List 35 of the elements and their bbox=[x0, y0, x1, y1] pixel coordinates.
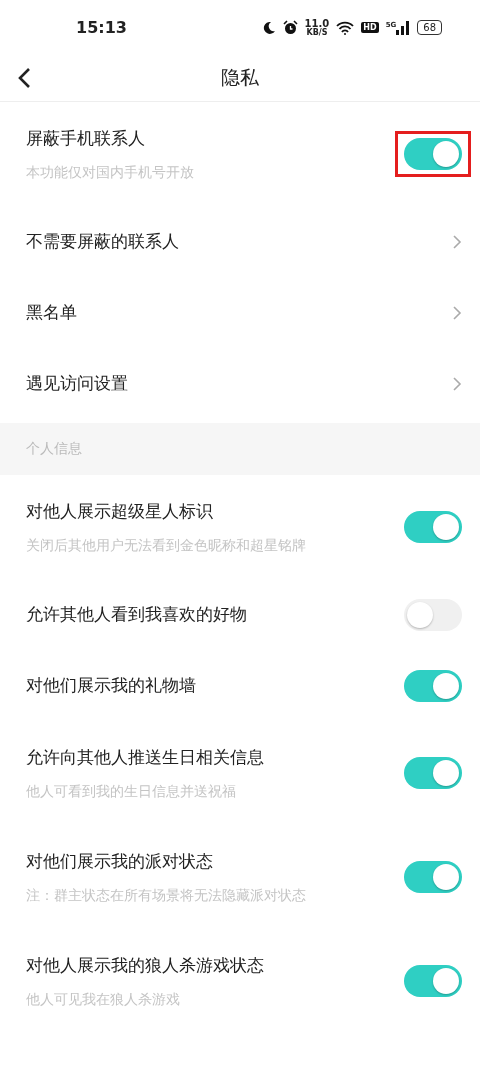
setting-label: 允许向其他人推送生日相关信息 bbox=[26, 745, 264, 769]
setting-label: 对他们展示我的礼物墙 bbox=[26, 674, 196, 697]
setting-label: 不需要屏蔽的联系人 bbox=[26, 230, 179, 253]
toggle-switch[interactable] bbox=[404, 669, 462, 702]
section-header: 个人信息 bbox=[26, 440, 82, 458]
alarm-clock-icon bbox=[282, 20, 298, 35]
wifi-icon bbox=[336, 20, 355, 35]
signal-icon bbox=[396, 20, 411, 35]
chevron-right-icon bbox=[452, 304, 462, 321]
setting-label: 屏蔽手机联系人 bbox=[26, 126, 146, 150]
setting-label: 对他们展示我的派对状态 bbox=[26, 849, 214, 873]
toggle-switch[interactable] bbox=[404, 598, 462, 631]
chevron-right-icon bbox=[452, 375, 462, 392]
setting-label: 黑名单 bbox=[26, 301, 77, 324]
setting-label: 遇见访问设置 bbox=[26, 372, 128, 395]
toggle-switch[interactable] bbox=[404, 138, 462, 170]
battery-indicator: 68 bbox=[417, 20, 442, 35]
speed-unit: KB/S bbox=[306, 28, 328, 37]
setting-hint: 本功能仅对国内手机号开放 bbox=[26, 163, 194, 182]
network-speed: 11.0 bbox=[304, 18, 330, 29]
setting-label: 对他人展示我的狼人杀游戏状态 bbox=[26, 953, 264, 977]
chevron-right-icon bbox=[452, 233, 462, 250]
back-icon[interactable] bbox=[17, 67, 31, 89]
toggle-switch[interactable] bbox=[404, 861, 462, 893]
setting-label: 对他人展示超级星人标识 bbox=[26, 499, 214, 523]
toggle-switch[interactable] bbox=[404, 965, 462, 997]
page-title: 隐私 bbox=[221, 65, 259, 90]
moon-icon bbox=[261, 20, 276, 35]
status-time: 15:13 bbox=[76, 18, 127, 37]
toggle-switch[interactable] bbox=[404, 757, 462, 789]
setting-label: 允许其他人看到我喜欢的好物 bbox=[26, 603, 247, 626]
setting-hint: 他人可看到我的生日信息并送祝福 bbox=[26, 782, 237, 801]
hd-badge: HD bbox=[361, 22, 379, 33]
toggle-switch[interactable] bbox=[404, 511, 462, 543]
setting-hint: 他人可见我在狼人杀游戏 bbox=[26, 990, 181, 1009]
